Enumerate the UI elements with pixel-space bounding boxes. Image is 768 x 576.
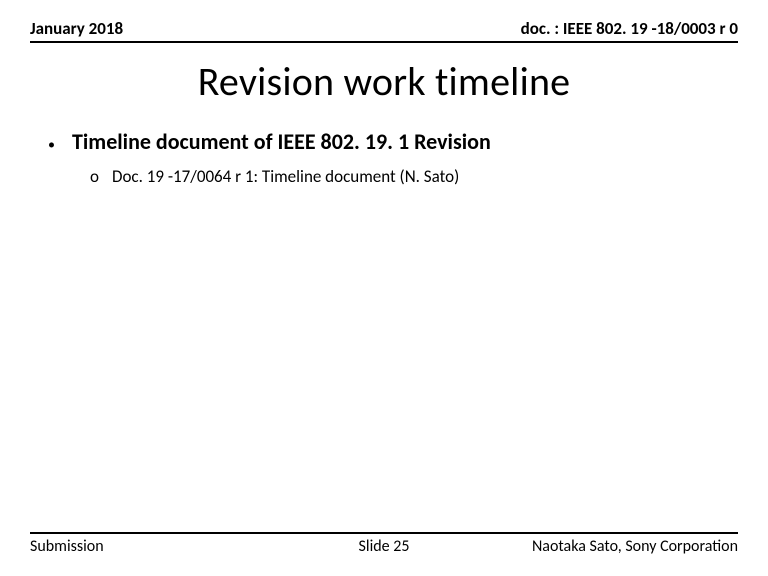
content-area: • Timeline document of IEEE 802. 19. 1 R… <box>30 128 738 187</box>
footer-row: Submission Slide 25 Naotaka Sato, Sony C… <box>30 537 738 556</box>
header-date: January 2018 <box>30 18 123 39</box>
header: January 2018 doc. : IEEE 802. 19 -18/000… <box>30 18 738 43</box>
bullet-level-2: o Doc. 19 -17/0064 r 1: Timeline documen… <box>48 166 738 187</box>
footer-submission: Submission <box>30 537 266 556</box>
footer-divider <box>30 532 738 534</box>
footer: Submission Slide 25 Naotaka Sato, Sony C… <box>30 532 738 556</box>
footer-slide-number: Slide 25 <box>266 537 502 556</box>
slide: January 2018 doc. : IEEE 802. 19 -18/000… <box>0 0 768 576</box>
bullet-text: Timeline document of IEEE 802. 19. 1 Rev… <box>72 128 491 156</box>
bullet-level-1: • Timeline document of IEEE 802. 19. 1 R… <box>48 128 738 156</box>
bullet-text: Doc. 19 -17/0064 r 1: Timeline document … <box>112 166 459 187</box>
slide-title: Revision work timeline <box>30 57 738 106</box>
bullet-marker: • <box>48 135 72 155</box>
bullet-marker: o <box>90 166 112 187</box>
header-doc-number: doc. : IEEE 802. 19 -18/0003 r 0 <box>521 18 738 39</box>
footer-author: Naotaka Sato, Sony Corporation <box>502 537 738 556</box>
